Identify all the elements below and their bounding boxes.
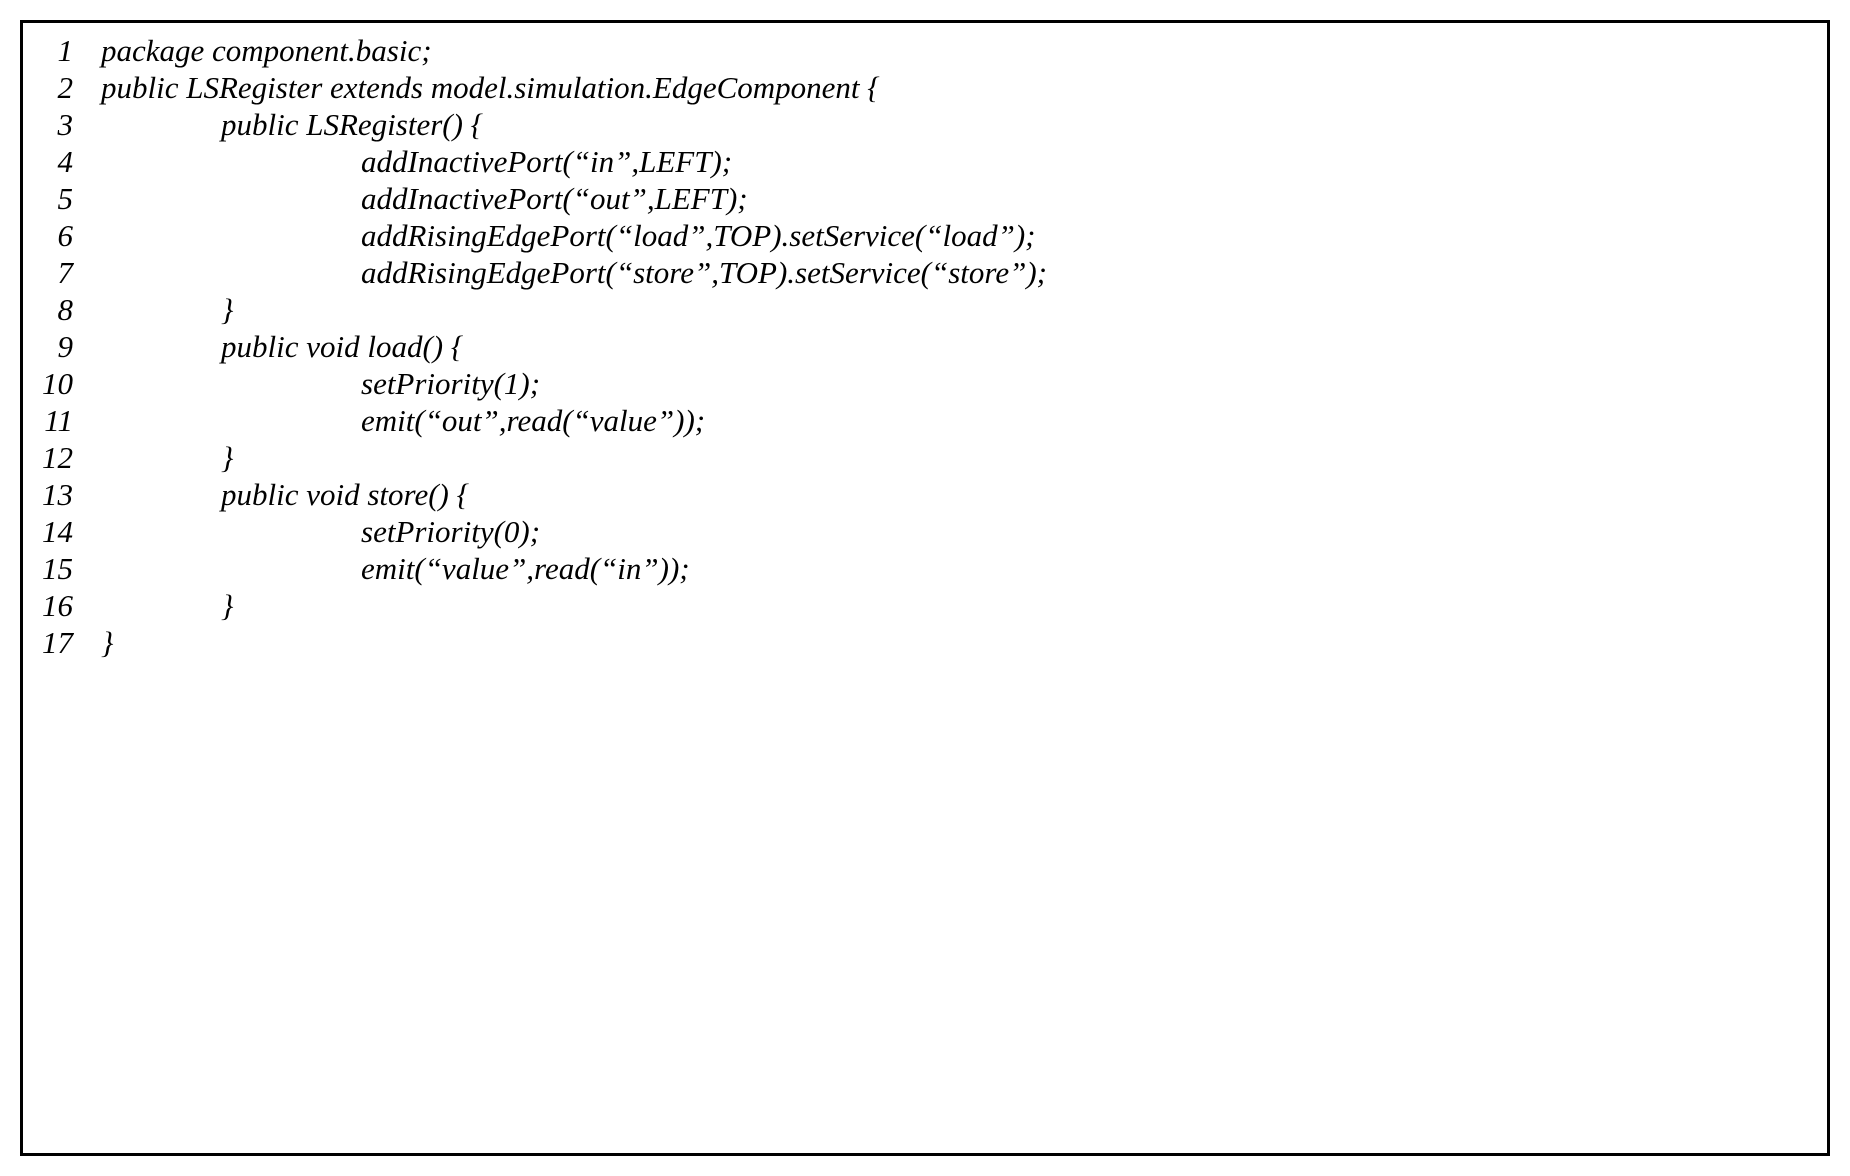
- code-line: 9 public void load() {: [31, 331, 1819, 362]
- line-number: 10: [31, 368, 101, 399]
- code-line: 11 emit(“out”,read(“value”));: [31, 405, 1819, 436]
- line-number: 3: [31, 109, 101, 140]
- line-content: public LSRegister extends model.simulati…: [101, 72, 1819, 103]
- line-content: }: [101, 590, 1819, 621]
- line-number: 17: [31, 627, 101, 658]
- code-line: 15 emit(“value”,read(“in”));: [31, 553, 1819, 584]
- code-line: 3 public LSRegister() {: [31, 109, 1819, 140]
- line-content: package component.basic;: [101, 35, 1819, 66]
- code-line: 16 }: [31, 590, 1819, 621]
- line-number: 4: [31, 146, 101, 177]
- line-number: 5: [31, 183, 101, 214]
- line-number: 9: [31, 331, 101, 362]
- code-line: 10 setPriority(1);: [31, 368, 1819, 399]
- line-number: 2: [31, 72, 101, 103]
- line-content: setPriority(1);: [101, 368, 1819, 399]
- line-content: emit(“out”,read(“value”));: [101, 405, 1819, 436]
- code-line: 5 addInactivePort(“out”,LEFT);: [31, 183, 1819, 214]
- line-number: 8: [31, 294, 101, 325]
- code-line: 13 public void store() {: [31, 479, 1819, 510]
- code-line: 4 addInactivePort(“in”,LEFT);: [31, 146, 1819, 177]
- code-line: 17 }: [31, 627, 1819, 658]
- line-number: 7: [31, 257, 101, 288]
- line-content: setPriority(0);: [101, 516, 1819, 547]
- line-number: 6: [31, 220, 101, 251]
- line-number: 13: [31, 479, 101, 510]
- code-line: 7 addRisingEdgePort(“store”,TOP).setServ…: [31, 257, 1819, 288]
- line-content: public LSRegister() {: [101, 109, 1819, 140]
- code-listing-box: 1 package component.basic; 2 public LSRe…: [20, 20, 1830, 1156]
- line-content: }: [101, 627, 1819, 658]
- code-line: 14 setPriority(0);: [31, 516, 1819, 547]
- line-content: public void store() {: [101, 479, 1819, 510]
- code-line: 2 public LSRegister extends model.simula…: [31, 72, 1819, 103]
- line-content: }: [101, 294, 1819, 325]
- code-line: 6 addRisingEdgePort(“load”,TOP).setServi…: [31, 220, 1819, 251]
- line-content: }: [101, 442, 1819, 473]
- line-number: 12: [31, 442, 101, 473]
- code-line: 8 }: [31, 294, 1819, 325]
- line-number: 15: [31, 553, 101, 584]
- line-number: 14: [31, 516, 101, 547]
- line-number: 11: [31, 405, 101, 436]
- line-number: 16: [31, 590, 101, 621]
- line-number: 1: [31, 35, 101, 66]
- line-content: addRisingEdgePort(“store”,TOP).setServic…: [101, 257, 1819, 288]
- line-content: public void load() {: [101, 331, 1819, 362]
- line-content: emit(“value”,read(“in”));: [101, 553, 1819, 584]
- line-content: addInactivePort(“out”,LEFT);: [101, 183, 1819, 214]
- line-content: addRisingEdgePort(“load”,TOP).setService…: [101, 220, 1819, 251]
- code-line: 12 }: [31, 442, 1819, 473]
- line-content: addInactivePort(“in”,LEFT);: [101, 146, 1819, 177]
- code-line: 1 package component.basic;: [31, 35, 1819, 66]
